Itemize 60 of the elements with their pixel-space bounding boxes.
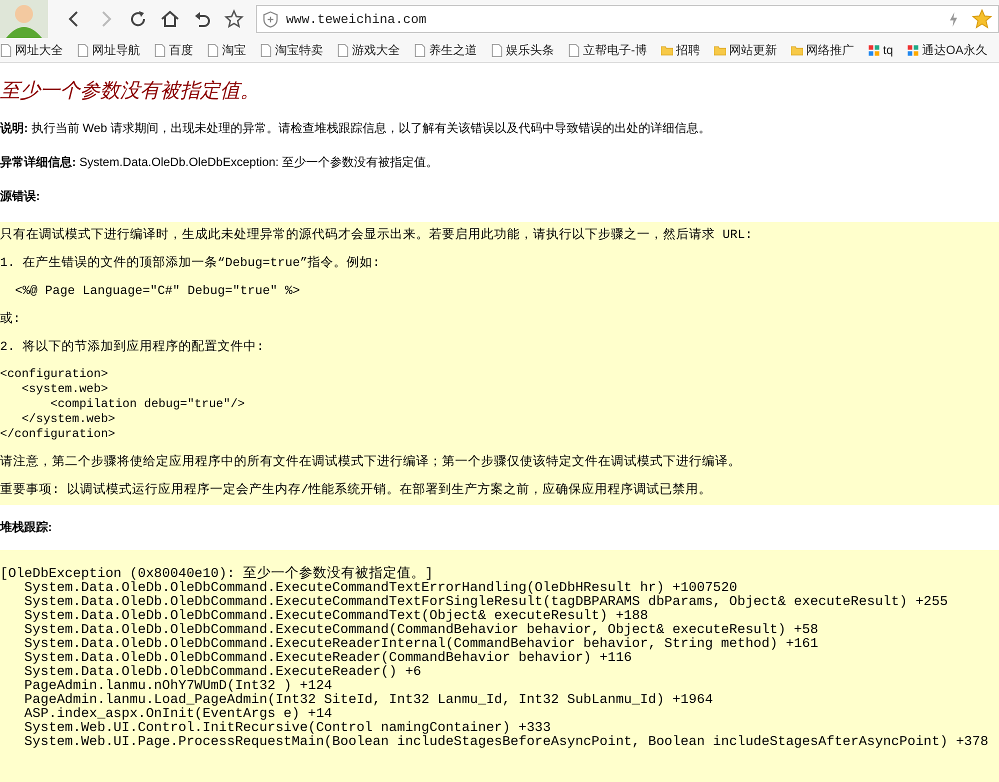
star-icon[interactable]	[972, 9, 992, 29]
page-icon	[491, 44, 503, 56]
page-icon	[568, 44, 580, 56]
page-icon	[337, 44, 349, 56]
source-error-text: <%@ Page Language="C#" Debug="true" %>	[14, 283, 302, 300]
bookmark-item[interactable]: 养生之道	[414, 42, 477, 58]
stack-trace-line: System.Data.OleDb.OleDbCommand.ExecuteCommandText(Object& executeResult) +188	[23, 610, 648, 624]
source-error-text: 或:	[0, 310, 22, 328]
folder-icon	[661, 44, 673, 56]
source-error-text: 2. 将以下的节添加到应用程序的配置文件中:	[0, 338, 266, 356]
stack-trace-line: System.Data.OleDb.OleDbCommand.ExecuteCommand(CommandBehavior behavior, Object& executeResult) +58	[23, 624, 820, 638]
bookmark-item[interactable]: 淘宝	[207, 42, 246, 58]
folder-icon	[714, 44, 726, 56]
bookmark-item[interactable]: 游戏大全	[337, 42, 400, 58]
bookmark-item[interactable]: 招聘	[661, 42, 700, 58]
bookmark-item[interactable]: 网络推广	[791, 42, 854, 58]
stack-trace-line: [OleDbException (0x80040e10): 至少一个参数没有被指定值。]	[0, 568, 434, 582]
shield-icon	[263, 10, 278, 28]
description-text: 说明: 执行当前 Web 请求期间，出现未处理的异常。请检查堆栈跟踪信息，以了解有关该错误以及代码中导致错误的出处的详细信息。	[0, 120, 712, 137]
bookmark-item[interactable]: 网址导航	[77, 42, 140, 58]
stack-trace-line: System.Data.OleDb.OleDbCommand.ExecuteCommandTextForSingleResult(tagDBPARAMS dbParams, Object& executeResult) +255	[23, 596, 949, 610]
page-icon	[414, 44, 426, 56]
exception-details-text: 异常详细信息: System.Data.OleDb.OleDbException: 至少一个参数没有被指定值。	[0, 154, 440, 171]
url-text: www.teweichina.com	[286, 12, 428, 26]
stack-trace-line: System.Web.UI.Control.InitRecursive(Control namingContainer) +333	[23, 722, 551, 736]
bookmark-item[interactable]: 淘宝特卖	[260, 42, 323, 58]
stack-trace-line: System.Web.UI.Page.ProcessRequestMain(Boolean includeStagesBeforeAsyncPoint, Boolean includeStagesAfterAsyncPoint) +378	[23, 736, 990, 750]
page-icon	[154, 44, 166, 56]
folder-icon	[791, 44, 803, 56]
config-code: <configuration> <system.web> <compilation debug="true"/> </system.web> </configuration>	[0, 366, 246, 443]
bookmark-item[interactable]: tq	[868, 43, 894, 57]
page-icon	[260, 44, 272, 56]
stack-trace-line: System.Data.OleDb.OleDbCommand.ExecuteReaderInternal(CommandBehavior behavior, String method) +161	[23, 638, 820, 652]
app-icon	[907, 44, 920, 56]
source-error-heading: 源错误:	[0, 188, 41, 205]
app-icon	[868, 44, 880, 56]
home-icon[interactable]	[160, 9, 180, 29]
star-icon[interactable]	[224, 9, 244, 29]
stack-trace-line: ASP.index_aspx.OnInit(EventArgs e) +14	[23, 708, 332, 722]
bookmark-item[interactable]: 娱乐头条	[491, 42, 554, 58]
source-error-text: 1. 在产生错误的文件的顶部添加一条“Debug=true”指令。例如:	[0, 254, 382, 272]
source-error-text: 重要事项: 以调试模式运行应用程序一定会产生内存/性能系统开销。在部署到生产方案之前，应确保应用程序调试已禁用。	[0, 481, 713, 499]
bookmark-item[interactable]: 通达OA永久	[907, 42, 988, 58]
stack-trace-line: PageAdmin.lanmu.Load_PageAdmin(Int32 SiteId, Int32 Lanmu_Id, Int32 SubLanmu_Id) +1964	[23, 694, 714, 708]
error-title: 至少一个参数没有被指定值。	[0, 79, 261, 104]
source-error-text: 只有在调试模式下进行编译时，生成此未处理异常的源代码才会显示出来。若要启用此功能，请执行以下步骤之一，然后请求 URL:	[0, 226, 754, 244]
page-icon	[207, 44, 219, 56]
bookmark-item[interactable]: 立帮电子-博	[568, 42, 647, 58]
bookmark-item[interactable]: 百度	[154, 42, 193, 58]
reload-icon[interactable]	[128, 9, 148, 29]
page-icon	[77, 44, 89, 56]
bookmark-item[interactable]: 网站更新	[714, 42, 777, 58]
source-error-text: 请注意，第二个步骤将使给定应用程序中的所有文件在调试模式下进行编译；第一个步骤仅使该特定文件在调试模式下进行编译。	[0, 454, 742, 471]
bookmark-item[interactable]: 网址大全	[0, 42, 63, 58]
stack-trace-line: PageAdmin.lanmu.nOhY7WUmD(Int32 ) +124	[23, 680, 332, 694]
stack-trace-line: System.Data.OleDb.OleDbCommand.ExecuteCommandTextErrorHandling(OleDbHResult hr) +1007520	[23, 582, 738, 596]
stack-trace-line: System.Data.OleDb.OleDbCommand.ExecuteReader(CommandBehavior behavior) +116	[23, 652, 633, 666]
address-bar[interactable]: www.teweichina.com	[256, 5, 999, 33]
stack-trace-line: System.Data.OleDb.OleDbCommand.ExecuteReader() +6	[23, 666, 422, 680]
lightning-icon[interactable]	[949, 12, 958, 26]
